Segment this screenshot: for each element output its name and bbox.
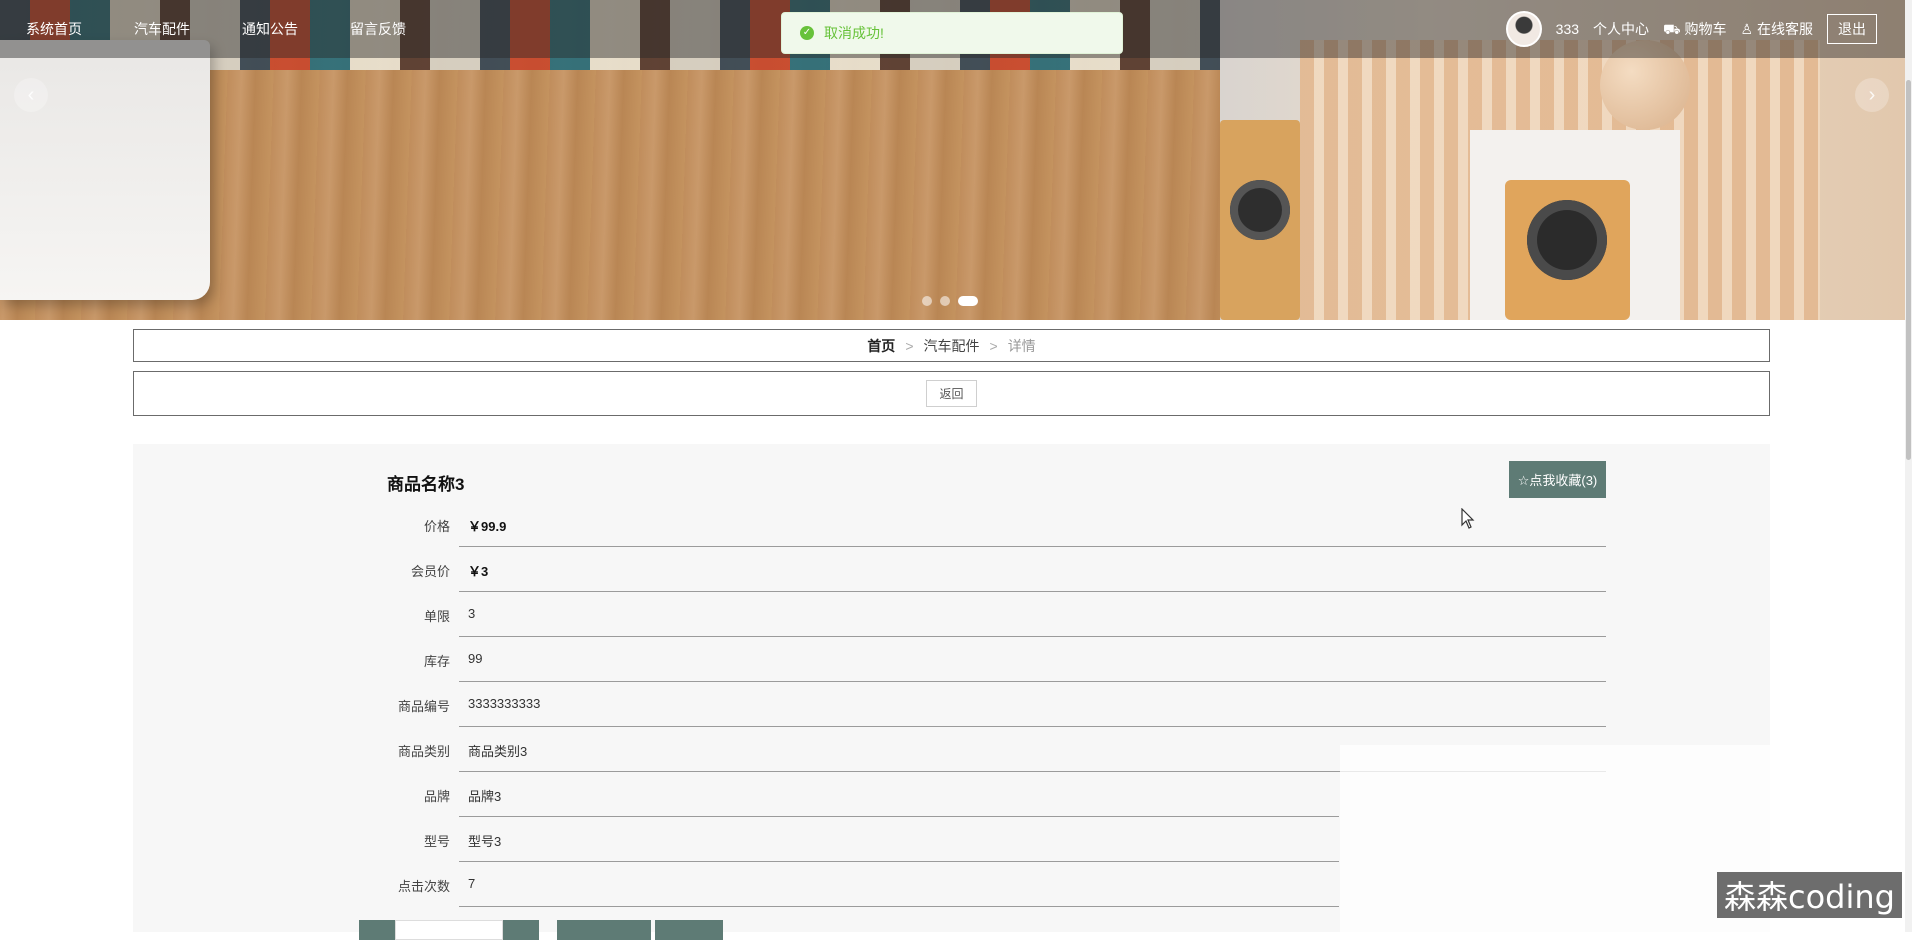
back-button[interactable]: 返回 [926, 380, 977, 407]
breadcrumb-home[interactable]: 首页 [867, 336, 895, 356]
field-row-product-number: 商品编号 3333333333 [333, 682, 1606, 727]
success-toast: ✓ 取消成功! [781, 12, 1123, 54]
field-row-stock: 库存 99 [333, 637, 1606, 682]
user-menu: 333 个人中心 ⛟ 购物车 ♙ 在线客服 退出 [1505, 0, 1877, 58]
field-value-model: 型号3 [468, 834, 502, 849]
banner-speaker-decoration [1505, 180, 1630, 320]
favorite-button[interactable]: ☆点我收藏(3) [1509, 461, 1606, 498]
field-value-member-price: ￥3 [468, 564, 489, 579]
quantity-increase-button[interactable] [503, 920, 539, 940]
nav-item-home[interactable]: 系统首页 [26, 19, 82, 39]
breadcrumb-current: 详情 [1007, 337, 1036, 354]
logout-button[interactable]: 退出 [1827, 14, 1877, 44]
buy-now-button[interactable] [655, 920, 723, 940]
quantity-input[interactable] [395, 920, 503, 940]
field-label: 单限 [423, 609, 450, 624]
breadcrumb: 首页 > 汽车配件 > 详情 [133, 329, 1770, 362]
carousel-indicators [922, 296, 978, 306]
back-bar: 返回 [133, 371, 1770, 416]
field-value-category: 商品类别3 [468, 744, 528, 759]
banner-speaker-decoration [1220, 120, 1300, 320]
toast-message: 取消成功! [824, 25, 884, 41]
field-label: 商品类别 [397, 744, 450, 759]
check-circle-icon: ✓ [800, 26, 814, 40]
carousel-dot[interactable] [940, 296, 950, 306]
field-label: 商品编号 [397, 699, 450, 714]
field-row-limit: 单限 3 [333, 592, 1606, 637]
field-value-brand: 品牌3 [468, 789, 502, 804]
field-value-product-number: 3333333333 [468, 696, 541, 711]
watermark: 森森coding [1717, 872, 1902, 918]
scrollbar-thumb[interactable] [1906, 80, 1911, 460]
online-service-link[interactable]: ♙ 在线客服 [1741, 19, 1813, 39]
field-label: 价格 [423, 519, 450, 534]
quantity-decrease-button[interactable] [359, 920, 395, 940]
product-title: 商品名称3 [387, 475, 465, 494]
username[interactable]: 333 [1556, 21, 1579, 37]
cart-link[interactable]: ⛟ 购物车 [1663, 19, 1727, 40]
nav-item-notices[interactable]: 通知公告 [242, 19, 298, 39]
field-label: 品牌 [423, 789, 450, 804]
profile-link[interactable]: 个人中心 [1593, 19, 1649, 39]
field-label: 会员价 [410, 564, 450, 579]
field-divider [459, 906, 1339, 907]
field-label: 型号 [423, 834, 450, 849]
avatar[interactable] [1505, 11, 1542, 47]
breadcrumb-separator: > [905, 337, 914, 354]
field-value-click-count: 7 [468, 876, 476, 891]
field-value-limit: 3 [468, 606, 476, 621]
page-scrollbar[interactable] [1905, 0, 1912, 932]
carousel-next-arrow-icon[interactable]: › [1855, 78, 1889, 112]
purchase-controls [359, 920, 723, 940]
nav-item-auto-parts[interactable]: 汽车配件 [134, 19, 190, 39]
video-overlay-haze [1340, 745, 1780, 932]
carousel-dot[interactable] [922, 296, 932, 306]
field-label: 点击次数 [397, 879, 450, 894]
field-value-stock: 99 [468, 651, 483, 666]
nav-item-feedback[interactable]: 留言反馈 [350, 19, 406, 39]
field-row-price: 价格 ￥99.9 [333, 502, 1606, 547]
field-row-member-price: 会员价 ￥3 [333, 547, 1606, 592]
add-to-cart-button[interactable] [557, 920, 651, 940]
carousel-prev-arrow-icon[interactable]: ‹ [14, 78, 48, 112]
mouse-cursor-icon [1461, 508, 1475, 529]
field-label: 库存 [423, 654, 450, 669]
breadcrumb-separator: > [989, 337, 998, 354]
breadcrumb-category[interactable]: 汽车配件 [924, 336, 980, 356]
carousel-dot-active[interactable] [958, 296, 978, 306]
field-value-price: ￥99.9 [468, 519, 507, 534]
